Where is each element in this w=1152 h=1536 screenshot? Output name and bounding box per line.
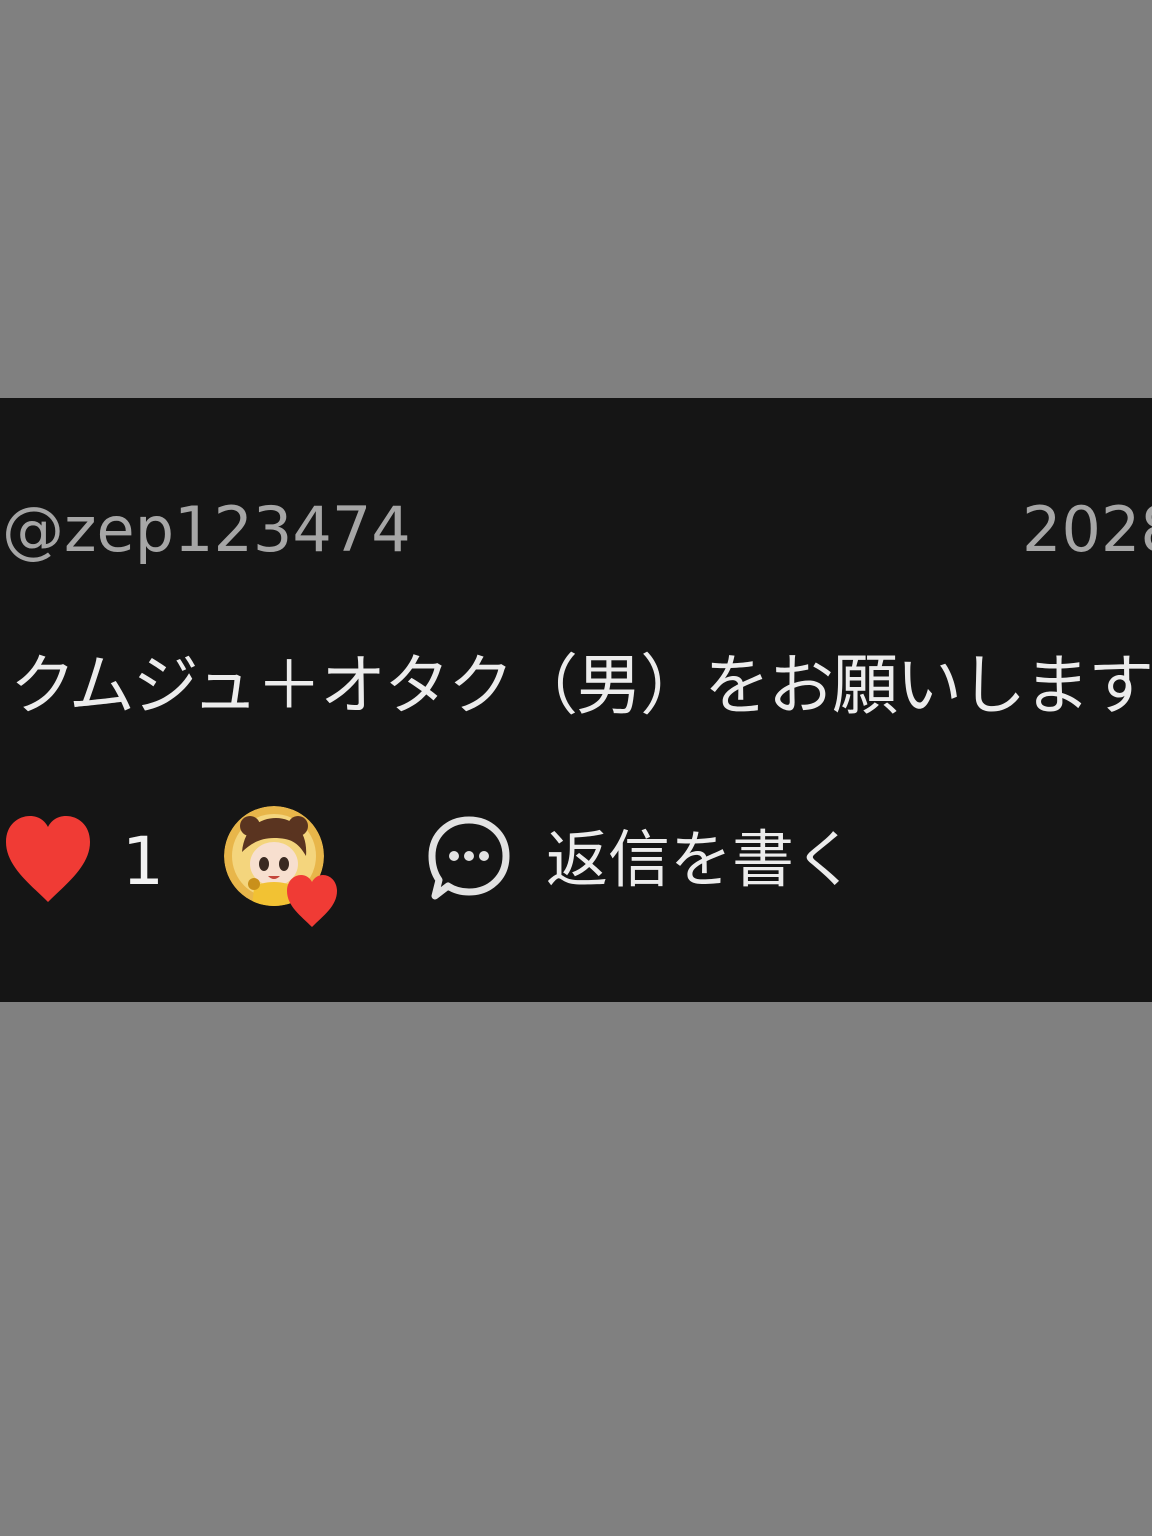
reply-label: 返信を書く (546, 823, 857, 896)
comment-bubble-icon (428, 816, 510, 900)
reply-button[interactable]: 返信を書く (426, 814, 856, 910)
like-count: 1 (122, 823, 164, 900)
comment-timestamp: 2028 (1022, 493, 1152, 566)
creator-heart-icon (287, 875, 337, 927)
comment-body: クムジュ＋オタク（男）をお願いします (10, 647, 1152, 724)
creator-heart (224, 806, 346, 930)
heart-icon (6, 816, 90, 902)
comment-username[interactable]: @zep123474 (2, 492, 411, 568)
like-button[interactable] (2, 810, 94, 906)
